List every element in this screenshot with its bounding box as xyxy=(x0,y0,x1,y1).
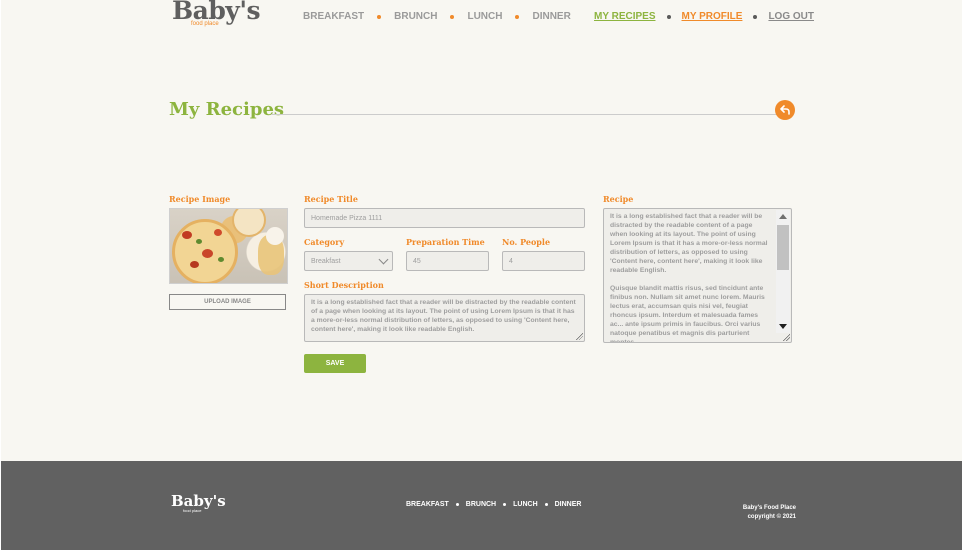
page-body xyxy=(1,0,962,461)
footer-nav-lunch[interactable]: LUNCH xyxy=(513,501,538,508)
short-description-text: It is a long established fact that a rea… xyxy=(311,299,576,333)
recipe-scrollbar[interactable] xyxy=(776,210,790,333)
footer-nav-separator xyxy=(544,503,548,506)
nav-my-recipes[interactable]: MY RECIPES xyxy=(594,11,656,22)
short-description-label: Short Description xyxy=(304,280,384,290)
footer-nav: BREAKFAST BRUNCH LUNCH DINNER xyxy=(406,501,581,508)
brand-tagline: food place xyxy=(191,21,219,27)
nav-separator xyxy=(515,14,520,19)
recipe-text-paragraph-1: It is a long established fact that a rea… xyxy=(610,213,768,274)
prep-time-label: Preparation Time xyxy=(406,237,485,247)
footer-copyright: copyright © 2021 xyxy=(747,513,796,520)
title-divider xyxy=(271,114,779,115)
scroll-up-arrow-icon[interactable] xyxy=(779,214,787,219)
save-button[interactable]: SAVE xyxy=(304,354,366,373)
nav-breakfast[interactable]: BREAKFAST xyxy=(303,11,364,22)
resize-handle-icon[interactable] xyxy=(576,333,583,340)
nav-separator xyxy=(666,14,671,19)
chevron-down-icon xyxy=(378,254,389,265)
short-description-textarea[interactable]: It is a long established fact that a rea… xyxy=(304,294,585,342)
category-value: Breakfast xyxy=(311,257,341,265)
category-select[interactable]: Breakfast xyxy=(304,251,393,271)
nav-separator xyxy=(753,14,758,19)
recipe-text-paragraph-2: Quisque blandit mattis risus, sed tincid… xyxy=(610,284,765,343)
nav-separator xyxy=(450,14,455,19)
back-arrow-icon xyxy=(780,105,790,115)
recipe-label: Recipe xyxy=(603,194,634,204)
footer-logo[interactable]: Baby's food place xyxy=(171,494,226,513)
prep-time-input[interactable]: 45 xyxy=(406,251,489,271)
scroll-down-arrow-icon[interactable] xyxy=(779,324,787,329)
footer-info: Baby's Food Place copyright © 2021 xyxy=(743,504,796,521)
footer-nav-breakfast[interactable]: BREAKFAST xyxy=(406,501,449,508)
upload-image-button[interactable]: UPLOAD IMAGE xyxy=(169,294,286,310)
recipe-image-label: Recipe Image xyxy=(169,194,231,204)
recipe-title-input[interactable]: Homemade Pizza 1111 xyxy=(304,208,585,228)
people-label: No. People xyxy=(502,237,551,247)
nav-lunch[interactable]: LUNCH xyxy=(467,11,502,22)
nav-dinner[interactable]: DINNER xyxy=(532,11,570,22)
category-label: Category xyxy=(304,237,345,247)
user-nav: MY RECIPES MY PROFILE LOG OUT xyxy=(594,11,814,22)
page-title: My Recipes xyxy=(169,99,285,120)
nav-my-profile[interactable]: MY PROFILE xyxy=(682,11,743,22)
scrollbar-thumb[interactable] xyxy=(777,225,789,270)
footer-nav-separator xyxy=(455,503,459,506)
footer-brand-tagline: food place xyxy=(183,508,202,513)
footer-nav-separator xyxy=(503,503,507,506)
recipe-title-label: Recipe Title xyxy=(304,194,358,204)
nav-separator xyxy=(377,14,382,19)
recipe-image xyxy=(169,208,288,284)
nav-brunch[interactable]: BRUNCH xyxy=(394,11,437,22)
footer-company: Baby's Food Place xyxy=(742,505,796,511)
brand-logo[interactable]: Baby's food place xyxy=(172,0,261,27)
nav-log-out[interactable]: LOG OUT xyxy=(768,11,814,22)
footer-nav-brunch[interactable]: BRUNCH xyxy=(466,501,496,508)
footer-nav-dinner[interactable]: DINNER xyxy=(555,501,582,508)
resize-handle-icon[interactable] xyxy=(783,334,790,341)
people-input[interactable]: 4 xyxy=(502,251,585,271)
main-nav: BREAKFAST BRUNCH LUNCH DINNER xyxy=(303,11,571,22)
recipe-textarea[interactable]: It is a long established fact that a rea… xyxy=(603,208,792,343)
back-button[interactable] xyxy=(775,100,795,120)
